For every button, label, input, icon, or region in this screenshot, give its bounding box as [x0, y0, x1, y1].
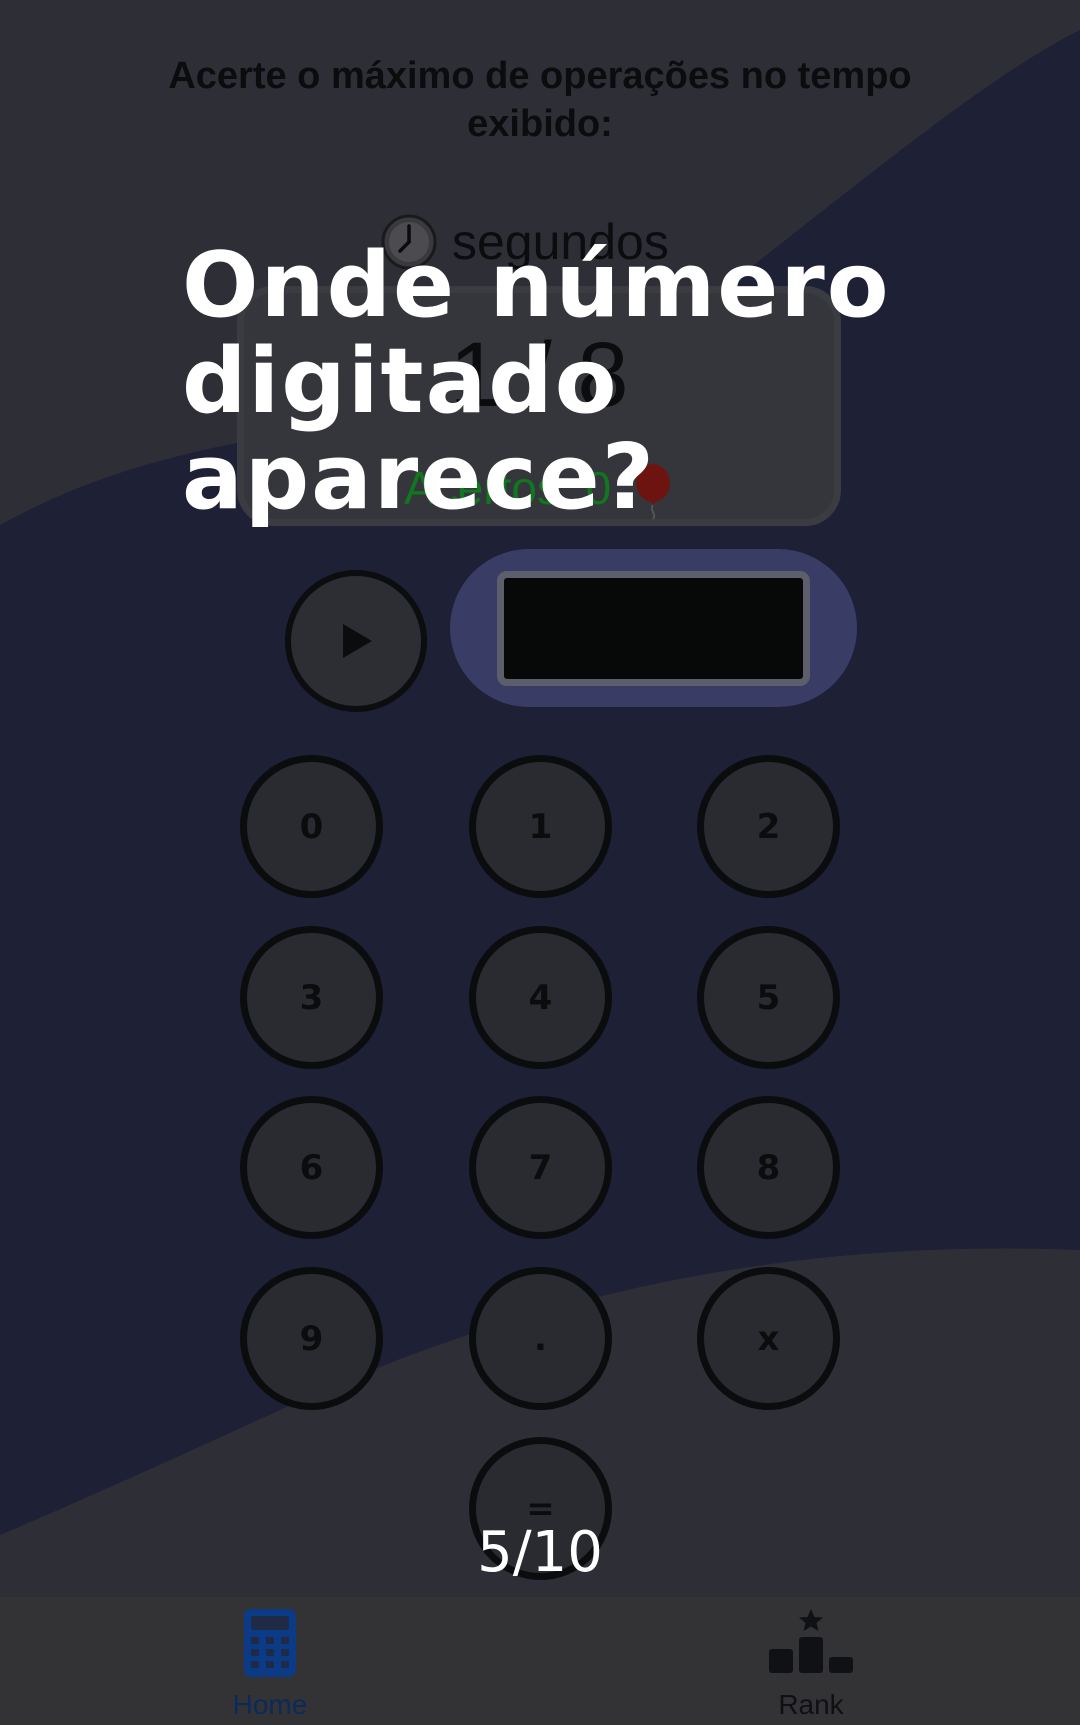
key-decimal-point[interactable]: .	[469, 1267, 612, 1410]
key-9[interactable]: 9	[240, 1267, 383, 1410]
key-4[interactable]: 4	[469, 926, 612, 1069]
play-button[interactable]	[285, 570, 427, 712]
nav-home[interactable]: Home	[170, 1597, 370, 1725]
overlay-question: Onde número digitado aparece?	[182, 233, 891, 530]
key-1[interactable]: 1	[469, 755, 612, 898]
key-8[interactable]: 8	[697, 1096, 840, 1239]
answer-container	[450, 549, 857, 707]
key-2[interactable]: 2	[697, 755, 840, 898]
key-multiply[interactable]: x	[697, 1267, 840, 1410]
podium-star-icon	[769, 1609, 853, 1673]
nav-rank-label: Rank	[778, 1689, 844, 1720]
key-7[interactable]: 7	[469, 1096, 612, 1239]
answer-display[interactable]	[497, 571, 810, 686]
play-icon	[343, 624, 372, 658]
game-instructions: Acerte o máximo de operações no tempo ex…	[168, 55, 912, 145]
calculator-icon	[244, 1609, 296, 1677]
key-6[interactable]: 6	[240, 1096, 383, 1239]
slide-counter: 5/10	[477, 1520, 603, 1585]
nav-home-label: Home	[232, 1689, 308, 1720]
key-3[interactable]: 3	[240, 926, 383, 1069]
key-5[interactable]: 5	[697, 926, 840, 1069]
nav-rank[interactable]: Rank	[711, 1597, 911, 1725]
app-screen: Acerte o máximo de operações no tempo ex…	[0, 0, 1080, 1725]
bottom-navigation: Home Rank	[0, 1597, 1080, 1725]
key-0[interactable]: 0	[240, 755, 383, 898]
